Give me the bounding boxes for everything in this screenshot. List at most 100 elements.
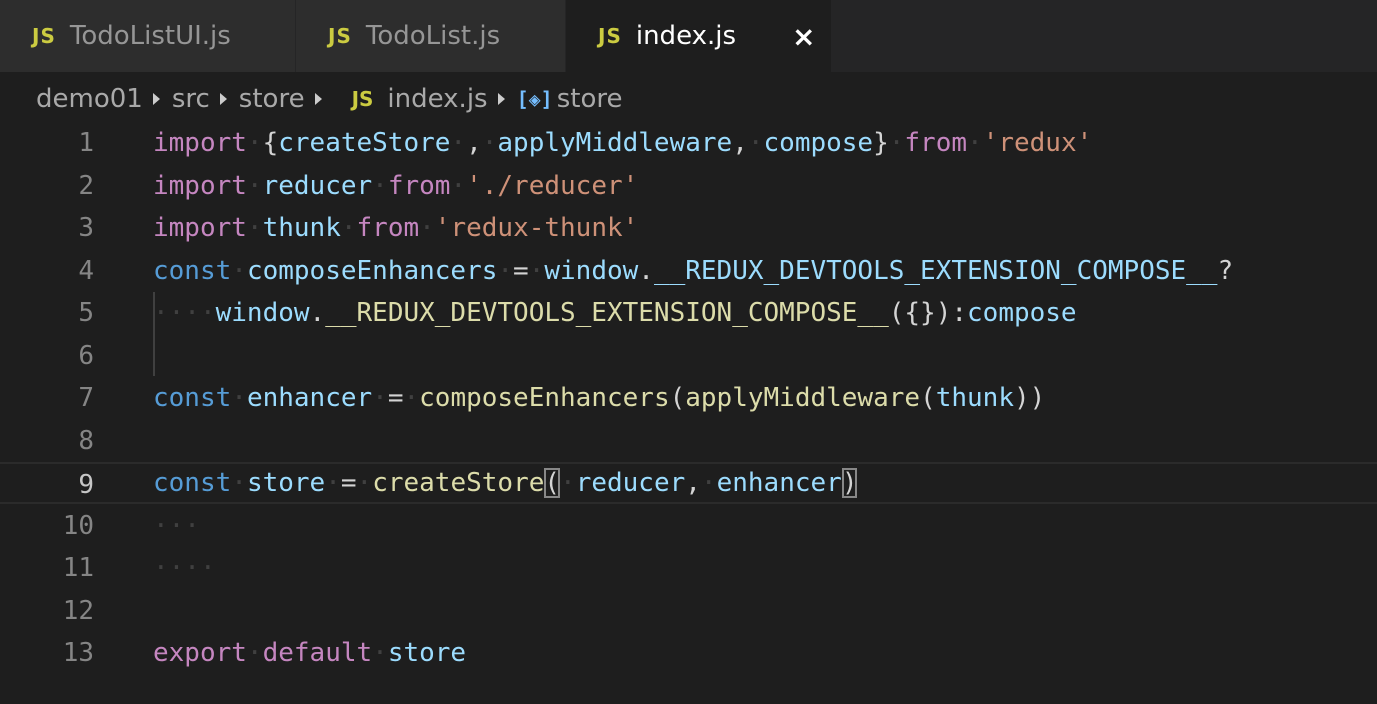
breadcrumb-item-file[interactable]: index.js: [387, 84, 487, 114]
code-token: thunk: [935, 383, 1014, 413]
variable-symbol-icon: [◈]: [516, 87, 553, 111]
code-token: ·: [246, 213, 263, 243]
code-token: {: [262, 128, 279, 158]
code-token: 'redux': [982, 128, 1093, 158]
line-number: 4: [78, 255, 94, 286]
code-text: import·{createStore·,·applyMiddleware,·c…: [153, 122, 1092, 164]
line-number: 3: [78, 213, 94, 243]
javascript-file-icon: JS: [328, 24, 352, 48]
code-token: ···: [153, 510, 200, 541]
code-token: const: [153, 383, 232, 413]
code-token: from: [387, 170, 451, 201]
code-token: (: [669, 383, 686, 413]
line-number: 7: [78, 383, 94, 413]
chevron-right-icon: [152, 93, 160, 105]
code-line[interactable]: 9 const·store·=·createStore(·reducer,·enh…: [0, 462, 1377, 504]
code-token: from: [356, 213, 420, 243]
code-token: enhancer: [246, 383, 373, 413]
tab-todolistui[interactable]: JS TodoListUI.js: [0, 0, 296, 72]
code-token: ···: [153, 298, 200, 328]
breadcrumb-item-src[interactable]: src: [172, 84, 210, 114]
breadcrumb-item-store[interactable]: store: [239, 84, 305, 114]
code-token: ·: [888, 128, 905, 158]
code-token: ·: [199, 298, 216, 328]
code-token: import: [153, 213, 247, 243]
code-token: ·: [325, 468, 341, 498]
line-number: 2: [78, 170, 94, 201]
code-token: const: [153, 468, 232, 498]
code-text: ····: [153, 547, 216, 589]
code-token: ·: [231, 468, 247, 498]
code-line[interactable]: 7 const·enhancer·=·composeEnhancers(apply…: [0, 377, 1377, 419]
line-number: 1: [78, 128, 94, 158]
code-line[interactable]: 3 import·thunk·from·'redux-thunk': [0, 207, 1377, 249]
code-line[interactable]: 10 ···: [0, 505, 1377, 547]
code-token: ·: [450, 128, 467, 158]
code-line[interactable]: 13 export·default·store: [0, 632, 1377, 674]
code-token: compose: [967, 298, 1077, 328]
code-token: import: [153, 128, 247, 158]
code-token: =: [513, 255, 529, 286]
code-line[interactable]: 11 ····: [0, 547, 1377, 589]
code-token: ,: [466, 128, 482, 158]
code-token: ·: [372, 170, 388, 201]
tab-index[interactable]: JS index.js ×: [566, 0, 832, 72]
code-text: ···: [153, 505, 200, 547]
code-token: )): [1014, 383, 1046, 413]
line-number: 9: [78, 470, 94, 500]
code-token: ·: [231, 255, 247, 286]
code-token: ({}):: [888, 298, 968, 328]
javascript-file-icon: JS: [351, 87, 374, 111]
code-token: ·: [747, 128, 764, 158]
line-number: 13: [62, 638, 94, 668]
breadcrumb-item-symbol[interactable]: store: [557, 84, 623, 114]
line-number: 8: [78, 425, 94, 456]
code-token: const: [153, 255, 232, 286]
code-token: __REDUX_DEVTOOLS_EXTENSION_COMPOSE__: [325, 298, 889, 328]
code-line[interactable]: 6: [0, 335, 1377, 377]
code-text: import·reducer·from·'./reducer': [153, 165, 638, 207]
code-text: ····window.__REDUX_DEVTOOLS_EXTENSION_CO…: [153, 292, 1077, 334]
code-token: ·: [246, 128, 263, 158]
code-token: applyMiddleware: [685, 383, 921, 413]
code-token: ·: [419, 213, 435, 243]
close-icon[interactable]: ×: [792, 20, 815, 53]
code-line[interactable]: 8: [0, 420, 1377, 462]
javascript-file-icon: JS: [598, 24, 622, 48]
code-text: import·thunk·from·'redux-thunk': [153, 207, 638, 249]
code-line[interactable]: 2 import·reducer·from·'./reducer': [0, 165, 1377, 207]
code-token: ·: [340, 213, 357, 243]
code-token: default: [262, 638, 373, 668]
tab-label: index.js: [635, 21, 737, 51]
code-token: import: [153, 170, 247, 201]
code-token: ·: [246, 638, 263, 668]
code-token: ·: [231, 383, 247, 413]
code-editor[interactable]: 1 import·{createStore·,·applyMiddleware,·…: [0, 122, 1377, 704]
code-token: .: [309, 298, 326, 328]
code-token: .: [638, 255, 654, 286]
code-token: window: [215, 298, 310, 328]
code-token: from: [904, 128, 968, 158]
code-text: const·enhancer·=·composeEnhancers(applyM…: [153, 377, 1045, 419]
code-token: (: [544, 468, 561, 498]
code-line[interactable]: 1 import·{createStore·,·applyMiddleware,·…: [0, 122, 1377, 164]
code-token: }: [873, 128, 889, 158]
breadcrumb-item-demo01[interactable]: demo01: [36, 84, 143, 114]
code-token: ·: [967, 128, 983, 158]
code-token: enhancer: [716, 468, 842, 498]
code-token: ): [841, 468, 858, 498]
tab-todolist[interactable]: JS TodoList.js: [296, 0, 566, 72]
code-token: createStore: [372, 468, 545, 498]
code-token: store: [246, 468, 326, 498]
javascript-file-icon: JS: [32, 24, 56, 48]
breadcrumb: demo01 src store JS index.js [◈] store: [36, 78, 622, 120]
code-token: compose: [763, 128, 874, 158]
chevron-right-icon: [497, 93, 505, 105]
code-line[interactable]: 4 const·composeEnhancers·=·window.__REDUX…: [0, 250, 1377, 292]
code-token: __REDUX_DEVTOOLS_EXTENSION_COMPOSE__: [653, 255, 1218, 286]
code-text: const·store·=·createStore(·reducer,·enha…: [153, 462, 858, 504]
code-line[interactable]: 12: [0, 590, 1377, 632]
code-token: composeEnhancers: [246, 255, 498, 286]
code-line[interactable]: 5 ····window.__REDUX_DEVTOOLS_EXTENSION_C…: [0, 292, 1377, 334]
code-token: 'redux-thunk': [434, 213, 639, 243]
